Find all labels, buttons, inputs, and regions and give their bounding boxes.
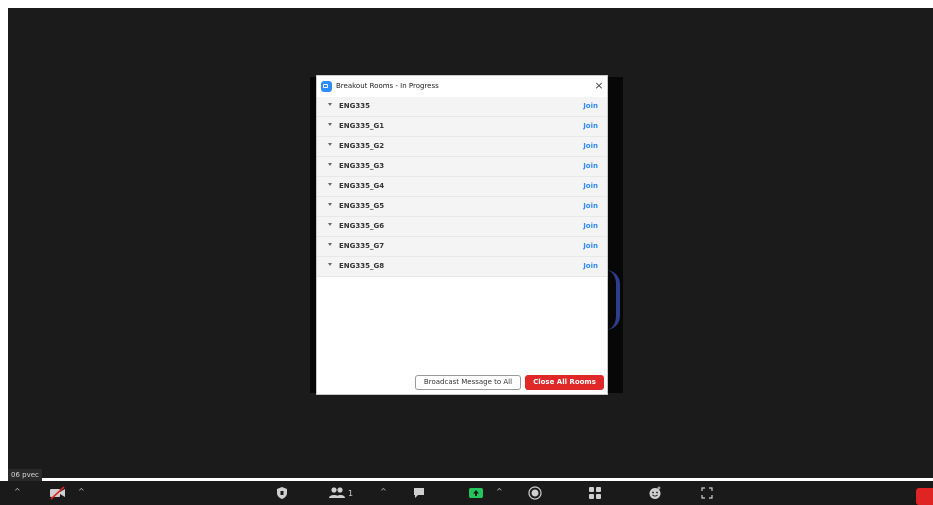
room-name: ENG335 bbox=[339, 102, 370, 110]
apps-icon[interactable] bbox=[698, 484, 716, 502]
join-link[interactable]: Join bbox=[583, 181, 598, 192]
participants-icon[interactable]: 1 bbox=[328, 484, 364, 502]
join-link[interactable]: Join bbox=[583, 201, 598, 212]
chat-icon[interactable] bbox=[410, 484, 428, 502]
dialog-titlebar: Breakout Rooms - In Progress × bbox=[317, 76, 607, 97]
close-all-rooms-button[interactable]: Close All Rooms bbox=[525, 375, 604, 390]
chevron-down-icon[interactable] bbox=[328, 143, 332, 146]
join-link[interactable]: Join bbox=[583, 161, 598, 172]
participants-count: 1 bbox=[348, 488, 354, 498]
room-row[interactable]: ENG335_G6 Join bbox=[317, 217, 607, 237]
join-link[interactable]: Join bbox=[583, 141, 598, 152]
room-row[interactable]: ENG335_G7 Join bbox=[317, 237, 607, 257]
chevron-down-icon[interactable] bbox=[328, 263, 332, 266]
room-name: ENG335_G3 bbox=[339, 162, 385, 170]
chevron-down-icon[interactable] bbox=[328, 203, 332, 206]
share-screen-icon[interactable] bbox=[466, 484, 486, 502]
reactions-icon[interactable] bbox=[646, 484, 664, 502]
end-meeting-button[interactable] bbox=[916, 488, 933, 505]
participants-options-caret-icon[interactable]: ^ bbox=[380, 487, 387, 496]
join-link[interactable]: Join bbox=[583, 121, 598, 132]
share-options-caret-icon[interactable]: ^ bbox=[496, 487, 503, 496]
chevron-down-icon[interactable] bbox=[328, 123, 332, 126]
room-name: ENG335_G4 bbox=[339, 182, 385, 190]
room-row[interactable]: ENG335_G1 Join bbox=[317, 117, 607, 137]
room-name: ENG335_G5 bbox=[339, 202, 385, 210]
chevron-down-icon[interactable] bbox=[328, 163, 332, 166]
breakout-rooms-dialog: Breakout Rooms - In Progress × ENG335 Jo… bbox=[316, 75, 608, 395]
close-icon[interactable]: × bbox=[593, 79, 605, 93]
join-link[interactable]: Join bbox=[583, 241, 598, 252]
room-name: ENG335_G8 bbox=[339, 262, 385, 270]
room-name: ENG335_G7 bbox=[339, 242, 385, 250]
chevron-down-icon[interactable] bbox=[328, 223, 332, 226]
room-row[interactable]: ENG335_G2 Join bbox=[317, 137, 607, 157]
participant-name-tag: 06 pvec bbox=[8, 469, 42, 481]
room-row[interactable]: ENG335_G4 Join bbox=[317, 177, 607, 197]
security-icon[interactable] bbox=[273, 484, 291, 502]
room-row[interactable]: ENG335 Join bbox=[317, 97, 607, 117]
chevron-down-icon[interactable] bbox=[328, 103, 332, 106]
broadcast-message-button[interactable]: Broadcast Message to All bbox=[415, 375, 521, 390]
video-options-caret-icon[interactable]: ^ bbox=[78, 487, 85, 496]
room-list: ENG335 Join ENG335_G1 Join ENG335_G2 Joi… bbox=[317, 97, 607, 277]
breakout-rooms-icon[interactable] bbox=[586, 484, 604, 502]
join-link[interactable]: Join bbox=[583, 101, 598, 112]
chevron-down-icon[interactable] bbox=[328, 183, 332, 186]
join-link[interactable]: Join bbox=[583, 221, 598, 232]
room-name: ENG335_G6 bbox=[339, 222, 385, 230]
room-row[interactable]: ENG335_G8 Join bbox=[317, 257, 607, 277]
room-row[interactable]: ENG335_G3 Join bbox=[317, 157, 607, 177]
shared-content-fragment bbox=[606, 270, 620, 330]
room-name: ENG335_G1 bbox=[339, 122, 385, 130]
join-link[interactable]: Join bbox=[583, 261, 598, 272]
room-row[interactable]: ENG335_G5 Join bbox=[317, 197, 607, 217]
record-icon[interactable] bbox=[526, 484, 544, 502]
dialog-title: Breakout Rooms - In Progress bbox=[336, 82, 439, 90]
zoom-app-icon bbox=[321, 81, 332, 92]
chevron-down-icon[interactable] bbox=[328, 243, 332, 246]
room-name: ENG335_G2 bbox=[339, 142, 385, 150]
screen: Breakout Rooms - In Progress × ENG335 Jo… bbox=[0, 0, 933, 505]
start-video-icon[interactable] bbox=[46, 484, 70, 502]
audio-options-caret-icon[interactable]: ^ bbox=[14, 487, 21, 496]
meeting-toolbar: ^ ^ 1 ^ ^ bbox=[0, 481, 933, 505]
